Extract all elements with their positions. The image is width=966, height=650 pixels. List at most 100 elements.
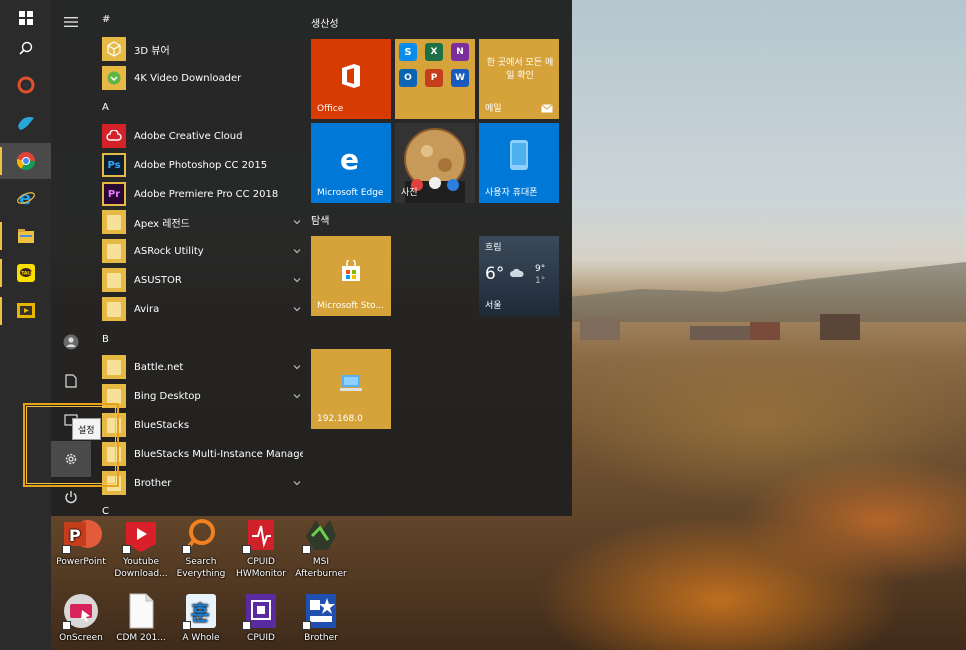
shortcut-arrow-icon <box>302 545 311 554</box>
desktop-icon-a-whole[interactable]: 훈 A Whole <box>171 592 231 644</box>
taskbar-app-3[interactable] <box>0 293 51 329</box>
section-letter-c[interactable]: C <box>102 506 109 516</box>
tile-your-phone[interactable]: 사용자 휴대폰 <box>479 123 559 203</box>
brother-icon <box>300 592 342 630</box>
section-letter-a[interactable]: A <box>102 102 109 113</box>
desktop-icon-label: CDM 201... <box>116 633 166 643</box>
section-letter-b[interactable]: B <box>102 334 109 345</box>
tile-label: 메일 <box>485 104 502 114</box>
settings-highlight-box <box>23 403 119 487</box>
taskbar-chrome[interactable] <box>0 143 51 179</box>
app-battle-net[interactable]: Battle.net <box>102 354 302 380</box>
start-menu: # 3D 뷰어 4K Video Downloader A Adobe Crea… <box>51 0 572 516</box>
tile-weather[interactable]: 흐림 6° 9° 1° 서울 <box>479 236 559 316</box>
chevron-down-icon[interactable] <box>292 275 302 285</box>
app-label: BlueStacks <box>134 419 190 431</box>
chevron-down-icon[interactable] <box>292 246 302 256</box>
app-bluestacks-multi-instance[interactable]: BlueStacks Multi-Instance Manager <box>102 441 303 467</box>
app-3d-viewer[interactable]: 3D 뷰어 <box>102 36 302 62</box>
chrome-icon <box>16 152 35 171</box>
taskbar-ie[interactable]: e <box>0 180 51 216</box>
user-account-button[interactable] <box>51 325 91 359</box>
shortcut-arrow-icon <box>182 621 191 630</box>
taskbar-app-1[interactable] <box>0 67 51 103</box>
folder-icon <box>102 297 126 321</box>
app-label: Adobe Creative Cloud <box>134 130 243 142</box>
app-avira[interactable]: Avira <box>102 296 302 322</box>
desktop-icon-onscreen[interactable]: OnScreen <box>51 592 111 644</box>
cpuz-icon <box>240 592 282 630</box>
app-label: ASUSTOR <box>134 274 182 286</box>
desktop-icon-cdm[interactable]: CDM 201... <box>111 592 171 644</box>
app-asustor[interactable]: ASUSTOR <box>102 267 302 293</box>
word-icon: W <box>451 69 469 87</box>
tile-photos[interactable]: 사진 <box>395 123 475 203</box>
svg-text:e: e <box>19 188 31 208</box>
app-4k-video-downloader[interactable]: 4K Video Downloader <box>102 65 302 91</box>
computer-icon <box>340 375 362 391</box>
tile-label: Microsoft Edge <box>317 188 384 198</box>
weather-temperature: 6° <box>485 264 505 284</box>
tile-microsoft-store[interactable]: Microsoft Sto... <box>311 236 391 316</box>
app-apex-legends[interactable]: Apex 레전드 <box>102 209 302 235</box>
taskbar-kakaotalk[interactable]: TALK <box>0 255 51 291</box>
desktop-icon-brother[interactable]: Brother <box>291 592 351 644</box>
windows-logo-icon <box>18 11 33 25</box>
expand-menu-button[interactable] <box>51 5 91 39</box>
taskbar-app-2[interactable] <box>0 105 51 141</box>
tile-mail[interactable]: 한 곳에서 모든 메일 확인 메일 <box>479 39 559 119</box>
chevron-down-icon[interactable] <box>292 217 302 227</box>
excel-icon: X <box>425 43 443 61</box>
kakaotalk-icon: TALK <box>16 264 35 282</box>
shortcut-arrow-icon <box>242 545 251 554</box>
app-label: 3D 뷰어 <box>134 45 170 57</box>
onenote-icon: N <box>451 43 469 61</box>
tile-office-apps-group[interactable]: S X N O P W <box>395 39 475 119</box>
taskbar-search-button[interactable] <box>0 30 51 66</box>
onscreen-icon <box>60 592 102 630</box>
running-indicator <box>0 222 2 250</box>
desktop-icon-label: OnScreen <box>59 633 103 643</box>
premiere-icon: Pr <box>102 182 126 206</box>
chevron-down-icon[interactable] <box>292 304 302 314</box>
taskbar-file-explorer[interactable] <box>0 218 51 254</box>
section-letter-hash[interactable]: # <box>102 14 110 25</box>
document-icon <box>120 592 162 630</box>
chevron-down-icon[interactable] <box>292 478 302 488</box>
app-asrock-utility[interactable]: ASRock Utility <box>102 238 302 264</box>
desktop-icon-cpuid[interactable]: CPUID <box>231 592 291 644</box>
tile-microsoft-edge[interactable]: e Microsoft Edge <box>311 123 391 203</box>
tile-label: Microsoft Sto... <box>317 301 384 311</box>
app-label: Battle.net <box>134 361 184 373</box>
desktop-icon-search-everything[interactable]: Search Everything <box>171 516 231 580</box>
desktop-icon-youtube-downloader[interactable]: Youtube Download... <box>111 516 171 580</box>
weather-high: 9° <box>535 264 546 274</box>
tile-label: 사진 <box>401 188 418 198</box>
search-icon <box>18 41 32 55</box>
app-bing-desktop[interactable]: Bing Desktop <box>102 383 302 409</box>
desktop-icon-cpuid-hwmonitor[interactable]: CPUID HWMonitor <box>231 516 291 580</box>
folder-icon <box>102 210 126 234</box>
chevron-down-icon[interactable] <box>292 362 302 372</box>
tile-label: 192.168.0 <box>317 414 363 424</box>
app-bluestacks[interactable]: BlueStacks <box>102 412 302 438</box>
app-adobe-premiere[interactable]: Pr Adobe Premiere Pro CC 2018 <box>102 181 302 207</box>
desktop-icon-label: Brother <box>304 633 338 643</box>
app-adobe-creative-cloud[interactable]: Adobe Creative Cloud <box>102 123 302 149</box>
chevron-down-icon[interactable] <box>292 391 302 401</box>
app-label: BlueStacks Multi-Instance Manager <box>134 448 303 460</box>
cube-icon <box>102 37 126 61</box>
app-label: ASRock Utility <box>134 245 204 257</box>
desktop-icon-msi-afterburner[interactable]: MSI Afterburner <box>291 516 351 580</box>
desktop-icon-powerpoint[interactable]: P PowerPoint <box>51 516 111 568</box>
documents-button[interactable] <box>51 364 91 398</box>
app-brother[interactable]: Brother <box>102 470 302 496</box>
taskbar: e TALK <box>0 0 51 650</box>
desktop-icon-label: Search Everything <box>176 557 226 579</box>
downloader-icon <box>102 66 126 90</box>
app-adobe-photoshop[interactable]: Ps Adobe Photoshop CC 2015 <box>102 152 302 178</box>
mail-description: 한 곳에서 모든 메일 확인 <box>486 58 554 81</box>
tile-office[interactable]: Office <box>311 39 391 119</box>
tile-network-192-168-0[interactable]: 192.168.0 <box>311 349 391 429</box>
user-avatar-icon <box>63 334 79 350</box>
